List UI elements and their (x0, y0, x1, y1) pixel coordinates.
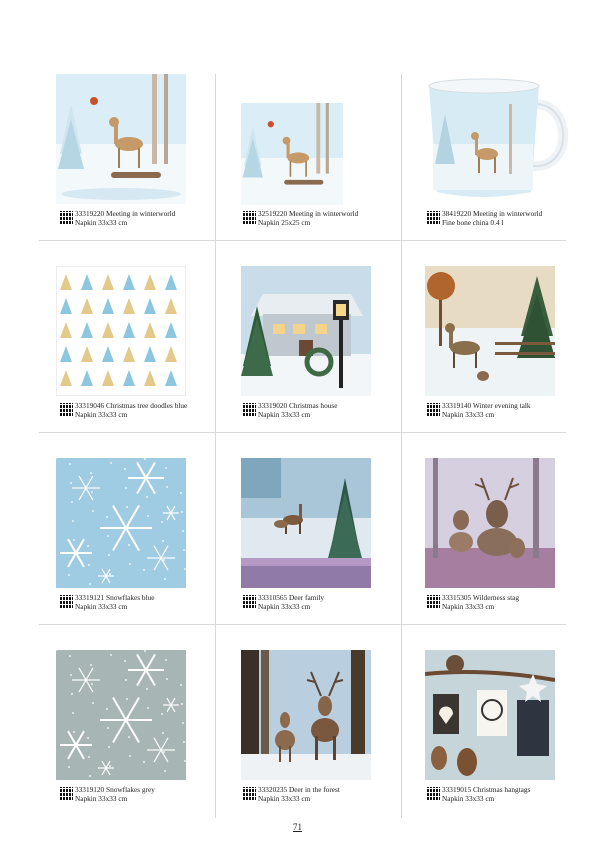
product-name: Snowflakes grey (106, 785, 155, 794)
product-code: 33320235 (258, 785, 288, 794)
product-spec: Napkin 25x25 cm (258, 217, 311, 227)
product-spec: Napkin 33x33 cm (75, 217, 128, 227)
product-spec: Napkin 33x33 cm (75, 409, 128, 419)
product-name: Meeting in winterworld (289, 209, 359, 218)
product-image-winter-evening (425, 266, 555, 396)
product-spec: Napkin 33x33 cm (258, 601, 311, 611)
qr-code-icon (426, 595, 440, 609)
product-name: Winter evening talk (472, 401, 531, 410)
product-spec: Napkin 33x33 cm (442, 601, 495, 611)
product-name: Meeting in winterworld (473, 209, 543, 218)
qr-code-icon (426, 403, 440, 417)
product-image-wilderness-stag (425, 458, 555, 588)
product-card[interactable]: 32519220 Meeting in winterworld Napkin 2… (222, 58, 397, 250)
qr-code-icon (426, 211, 440, 225)
page-number: 71 (293, 822, 302, 832)
product-card[interactable]: 38419220 Meeting in winterworld Fine bon… (406, 58, 581, 250)
product-image-deer-winter-small (241, 103, 343, 205)
product-name: Deer in the forest (289, 785, 340, 794)
product-code: 33319120 (75, 785, 105, 794)
column-divider (215, 74, 216, 818)
product-image-deer-winter (56, 74, 186, 204)
product-spec: Napkin 33x33 cm (258, 409, 311, 419)
product-name: Deer family (289, 593, 325, 602)
product-card[interactable]: 33319015 Christmas hangtags Napkin 33x33… (406, 634, 581, 826)
product-image-snowflakes-blue (56, 458, 186, 588)
qr-code-icon (426, 787, 440, 801)
product-code: 33319015 (442, 785, 472, 794)
product-image-deer-forest (241, 650, 371, 780)
product-grid: 33319220 Meeting in winterworld Napkin 3… (39, 58, 571, 818)
product-name: Christmas tree doodles blue (106, 401, 188, 410)
product-image-hangtags (425, 650, 555, 780)
product-name: Wilderness stag (472, 593, 520, 602)
product-name: Snowflakes blue (106, 593, 155, 602)
product-card[interactable]: 33319120 Snowflakes grey Napkin 33x33 cm (39, 634, 214, 826)
product-code: 32519220 (258, 209, 288, 218)
product-card[interactable]: 33320235 Deer in the forest Napkin 33x33… (222, 634, 397, 826)
product-card[interactable]: 33315305 Wilderness stag Napkin 33x33 cm (406, 442, 581, 634)
qr-code-icon (242, 787, 256, 801)
qr-code-icon (59, 403, 73, 417)
product-spec: Napkin 33x33 cm (75, 793, 128, 803)
product-card[interactable]: 33319140 Winter evening talk Napkin 33x3… (406, 250, 581, 442)
product-spec: Napkin 33x33 cm (442, 409, 495, 419)
qr-code-icon (59, 595, 73, 609)
product-image-tree-doodles (56, 266, 186, 396)
product-code: 33315305 (442, 593, 472, 602)
product-name: Christmas house (289, 401, 338, 410)
product-code: 33319140 (442, 401, 472, 410)
product-card[interactable]: 33319121 Snowflakes blue Napkin 33x33 cm (39, 442, 214, 634)
product-code: 33319046 (75, 401, 105, 410)
product-image-deer-family (241, 458, 371, 588)
qr-code-icon (242, 403, 256, 417)
qr-code-icon (59, 211, 73, 225)
product-card[interactable]: 33319046 Christmas tree doodles blue Nap… (39, 250, 214, 442)
product-spec: Napkin 33x33 cm (75, 601, 128, 611)
product-card[interactable]: 33310565 Deer family Napkin 33x33 cm (222, 442, 397, 634)
qr-code-icon (59, 787, 73, 801)
product-code: 33310565 (258, 593, 288, 602)
product-card[interactable]: 33319020 Christmas house Napkin 33x33 cm (222, 250, 397, 442)
product-image-christmas-house (241, 266, 371, 396)
product-name: Meeting in winterworld (106, 209, 176, 218)
product-code: 33319121 (75, 593, 105, 602)
product-spec: Fine bone china 0.4 l (442, 217, 504, 227)
product-name: Christmas hangtags (473, 785, 531, 794)
product-code: 33319220 (75, 209, 105, 218)
qr-code-icon (242, 211, 256, 225)
product-spec: Napkin 33x33 cm (258, 793, 311, 803)
product-code: 38419220 (442, 209, 472, 218)
product-spec: Napkin 33x33 cm (442, 793, 495, 803)
product-image-mug (423, 74, 571, 204)
product-image-snowflakes-grey (56, 650, 186, 780)
qr-code-icon (242, 595, 256, 609)
column-divider (401, 74, 402, 818)
product-code: 33319020 (258, 401, 288, 410)
product-card[interactable]: 33319220 Meeting in winterworld Napkin 3… (39, 58, 214, 250)
